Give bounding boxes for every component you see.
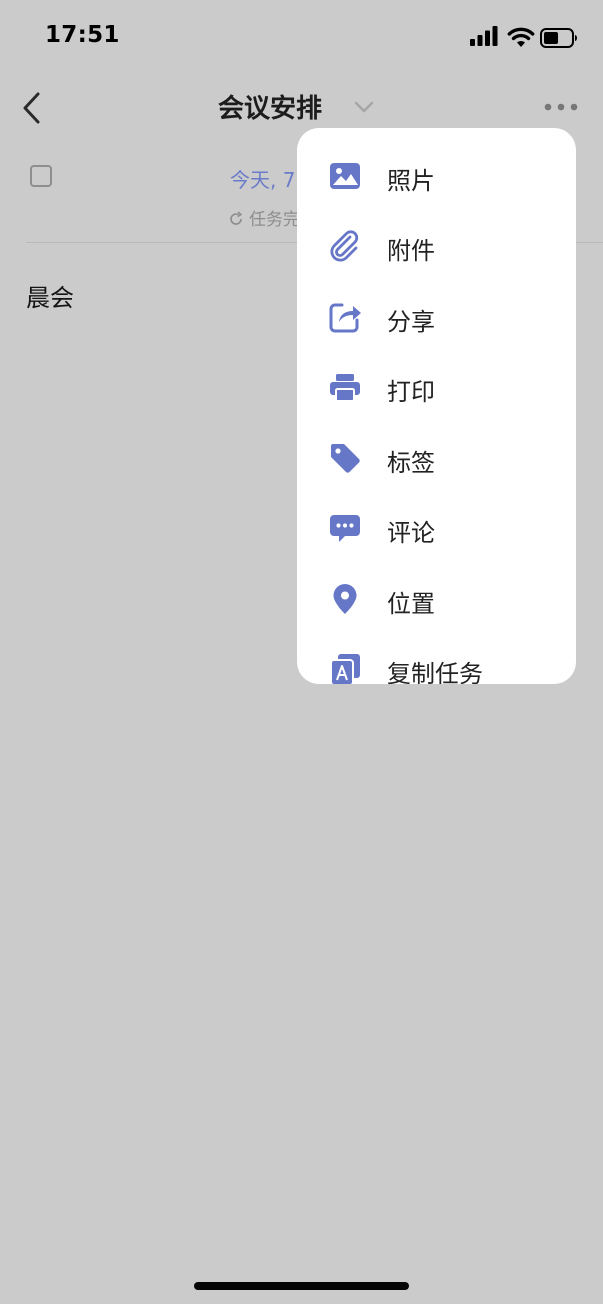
menu-item-attachment[interactable]: 附件: [297, 212, 576, 282]
menu-item-label: 照片: [387, 167, 435, 195]
status-icons: [470, 26, 580, 50]
menu-item-label: 位置: [387, 590, 435, 618]
chevron-down-icon[interactable]: [353, 100, 375, 114]
menu-item-label: 标签: [387, 449, 435, 477]
share-icon: [329, 303, 361, 333]
comment-icon: [330, 515, 360, 542]
menu-item-duplicate-task[interactable]: 复制任务: [297, 635, 576, 684]
menu-item-location[interactable]: 位置: [297, 565, 576, 635]
home-indicator[interactable]: [194, 1282, 409, 1290]
location-icon: [333, 584, 357, 614]
menu-item-print[interactable]: 打印: [297, 353, 576, 423]
menu-item-label: 评论: [387, 519, 435, 547]
repeat-text: 任务完: [249, 210, 300, 230]
battery-icon: [540, 28, 577, 48]
menu-item-label: 附件: [387, 237, 435, 265]
repeat-info: 任务完: [228, 205, 300, 230]
duplicate-icon: [330, 654, 360, 684]
menu-item-comment[interactable]: 评论: [297, 494, 576, 564]
due-date[interactable]: 今天, 7: [230, 164, 295, 193]
wifi-icon: [507, 27, 535, 47]
menu-item-label: 打印: [387, 378, 435, 406]
page-title[interactable]: 会议安排: [218, 88, 322, 125]
status-time: 17:51: [45, 22, 120, 48]
menu-item-tag[interactable]: 标签: [297, 424, 576, 494]
task-title[interactable]: 晨会: [26, 278, 74, 313]
task-checkbox[interactable]: [30, 165, 52, 187]
menu-item-label: 分享: [387, 308, 435, 336]
menu-item-label: 复制任务: [387, 660, 483, 684]
more-dots-icon[interactable]: [544, 102, 578, 112]
menu-item-share[interactable]: 分享: [297, 283, 576, 353]
image-icon: [330, 163, 360, 189]
signal-icon: [470, 26, 498, 46]
menu-item-photo[interactable]: 照片: [297, 142, 576, 212]
paperclip-icon: [330, 230, 359, 262]
status-bar: 17:51: [0, 0, 603, 76]
tag-icon: [331, 444, 360, 473]
printer-icon: [330, 374, 360, 402]
more-options-menu: 照片 附件 分享 打印 标签 评论 位置 复制任务: [297, 128, 576, 684]
back-chevron-icon[interactable]: [18, 91, 48, 125]
repeat-icon: [230, 211, 242, 225]
